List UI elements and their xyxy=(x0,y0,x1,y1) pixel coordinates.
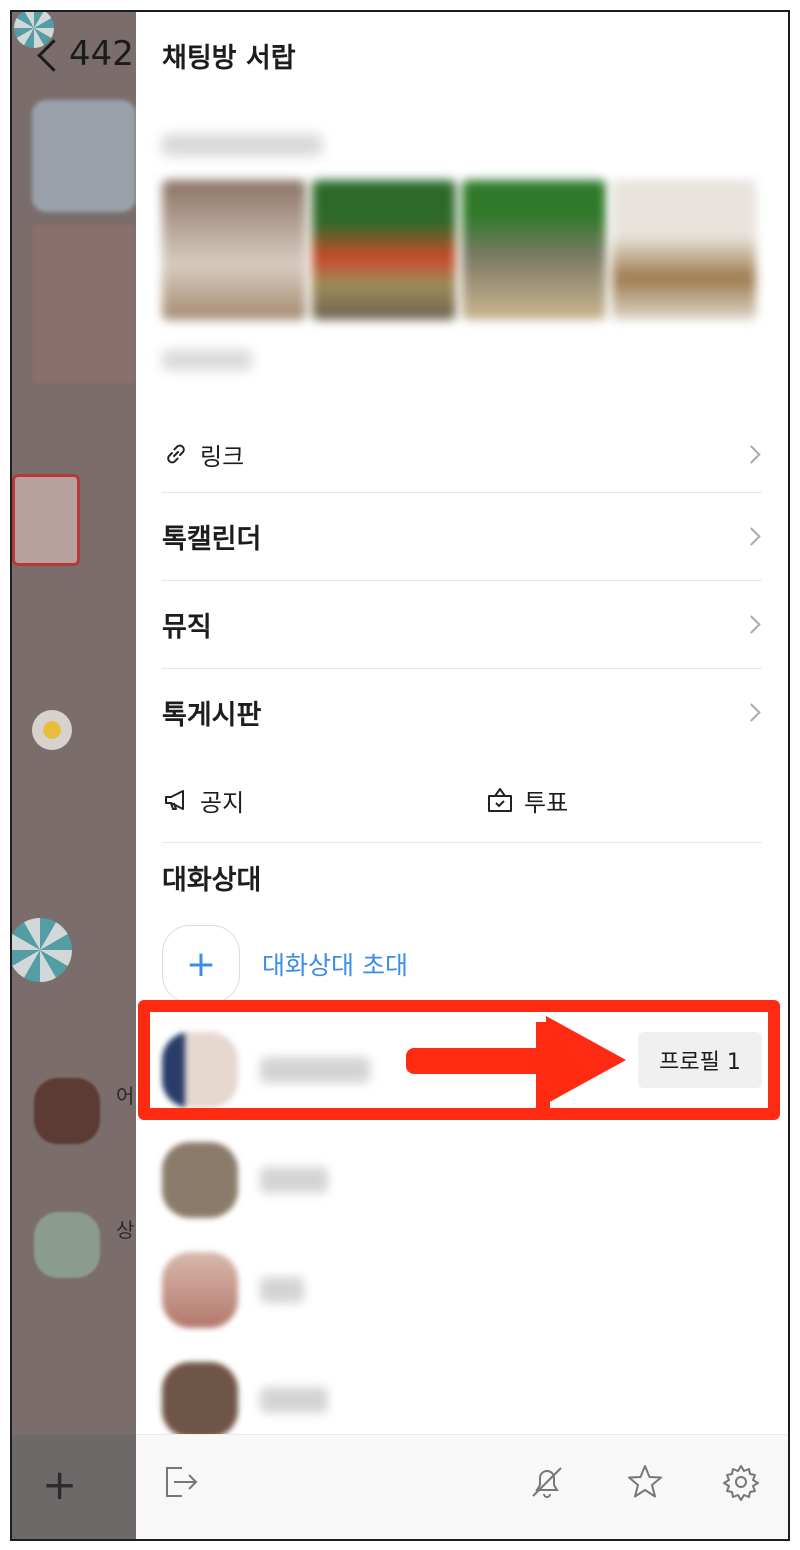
invite-member-button[interactable]: + 대화상대 초대 xyxy=(162,925,408,1003)
blurred-member-name xyxy=(260,1277,304,1303)
chevron-right-icon xyxy=(742,702,761,722)
chat-room-backdrop[interactable]: 442 어 상 + xyxy=(12,12,136,1539)
mute-button[interactable] xyxy=(526,1461,568,1503)
board-row[interactable]: 톡게시판 xyxy=(162,684,762,740)
chevron-right-icon xyxy=(742,614,761,634)
avatar xyxy=(162,1142,238,1218)
exit-icon xyxy=(166,1467,198,1497)
bell-off-icon xyxy=(532,1467,562,1498)
photo-thumbnail[interactable] xyxy=(312,180,456,320)
link-row[interactable]: 링크 xyxy=(162,426,762,482)
red-arrow-shaft xyxy=(406,1048,556,1074)
sender-avatar xyxy=(34,1078,100,1144)
member-item[interactable] xyxy=(162,1250,762,1330)
link-label: 링크 xyxy=(200,442,245,471)
drawer-title: 채팅방 서랍 xyxy=(162,43,296,74)
calendar-label: 톡캘린더 xyxy=(162,523,262,555)
red-arrow-head xyxy=(546,1016,626,1104)
blurred-member-name xyxy=(260,1387,328,1413)
media-section-blurred[interactable] xyxy=(136,108,766,388)
chevron-right-icon xyxy=(742,444,761,464)
chevron-left-icon xyxy=(37,39,70,72)
members-section-title: 대화상대 xyxy=(162,865,262,896)
chat-preview-text: 상 xyxy=(116,1218,135,1242)
notice-button[interactable]: 공지 xyxy=(162,772,462,828)
blurred-message xyxy=(32,100,136,212)
board-label: 톡게시판 xyxy=(162,699,262,731)
blurred-member-name xyxy=(260,1167,328,1193)
flower-sticker xyxy=(32,710,72,750)
drawer-toolbar xyxy=(136,1434,788,1539)
plus-icon[interactable]: + xyxy=(42,1460,77,1509)
blurred-photo xyxy=(32,224,136,384)
chevron-right-icon xyxy=(742,526,761,546)
vote-label: 투표 xyxy=(524,788,569,817)
avatar xyxy=(162,1362,238,1438)
chat-drawer-panel: 채팅방 서랍 링크 톡캘린더 뮤직 톡게시판 공지 투표 대화상대 + 대화상대… xyxy=(136,12,788,1539)
music-row[interactable]: 뮤직 xyxy=(162,596,762,652)
profile-badge[interactable]: 프로필 1 xyxy=(638,1032,762,1088)
exit-button[interactable] xyxy=(160,1461,202,1503)
blurred-heading xyxy=(162,134,322,156)
notice-label: 공지 xyxy=(200,788,245,817)
ballot-box-icon xyxy=(488,788,512,812)
link-icon xyxy=(167,444,185,464)
divider xyxy=(162,842,762,843)
vote-button[interactable]: 투표 xyxy=(486,772,746,828)
member-item[interactable] xyxy=(162,1140,762,1220)
star-icon xyxy=(628,1465,662,1498)
back-count: 442 xyxy=(69,34,134,74)
plus-icon: + xyxy=(162,925,240,1003)
member-item[interactable] xyxy=(162,1360,762,1440)
divider xyxy=(162,668,762,669)
milk-carton-sticker xyxy=(12,474,80,566)
photo-thumbnail[interactable] xyxy=(462,180,606,320)
favorite-button[interactable] xyxy=(624,1461,666,1503)
music-label: 뮤직 xyxy=(162,611,212,643)
calendar-row[interactable]: 톡캘린더 xyxy=(162,508,762,564)
invite-label: 대화상대 초대 xyxy=(262,951,408,980)
gear-icon xyxy=(723,1465,759,1501)
settings-button[interactable] xyxy=(720,1461,762,1503)
megaphone-icon xyxy=(165,790,184,810)
blurred-subheading xyxy=(162,350,252,370)
divider xyxy=(162,580,762,581)
avatar xyxy=(162,1252,238,1328)
sender-avatar xyxy=(34,1212,100,1278)
lollipop-sticker xyxy=(12,918,72,982)
back-button[interactable]: 442 xyxy=(37,34,134,74)
app-frame: 442 어 상 + 채팅방 서랍 링크 톡캘린더 뮤직 톡게시판 공지 투표 대… xyxy=(10,10,790,1541)
chat-preview-text: 어 xyxy=(116,1084,135,1108)
photo-thumbnail[interactable] xyxy=(612,180,756,320)
divider xyxy=(162,492,762,493)
photo-thumbnail[interactable] xyxy=(162,180,306,320)
chat-input-bar: + xyxy=(12,1435,136,1539)
